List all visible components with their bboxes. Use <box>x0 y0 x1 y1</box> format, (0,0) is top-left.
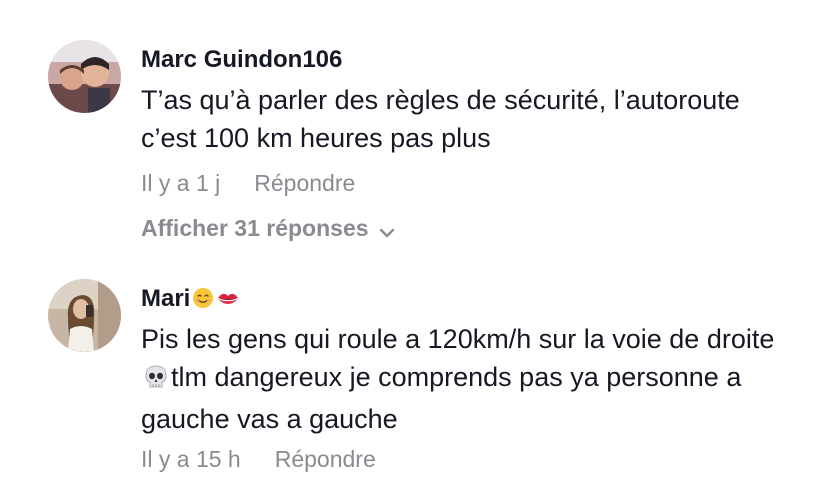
comment-text: T’as qu’à parler des règles de sécurité,… <box>141 85 740 153</box>
comment-text-part2: tlm dangereux je comprends pas ya person… <box>141 362 742 434</box>
reply-button[interactable]: Répondre <box>254 170 355 196</box>
comment-text-part1: Pis les gens qui roule a 120km/h sur la … <box>141 324 775 354</box>
comment-username[interactable]: Marc Guindon106 <box>141 45 342 75</box>
view-replies-label: Afficher 31 réponses <box>141 215 369 241</box>
comment-meta: Il y a 15 h Répondre <box>141 444 376 474</box>
comment-timestamp: Il y a 15 h <box>141 446 241 472</box>
kiss-mark-emoji-icon <box>216 287 240 317</box>
comment-meta: Il y a 1 j Répondre <box>141 168 355 198</box>
smiling-face-emoji-icon <box>192 287 214 317</box>
avatar[interactable] <box>48 279 121 352</box>
skull-emoji-icon <box>144 362 168 400</box>
comment-timestamp: Il y a 1 j <box>141 170 221 196</box>
reply-button[interactable]: Répondre <box>275 446 376 472</box>
chevron-down-icon <box>379 215 395 245</box>
previous-comment-fragment: ‸ <box>290 0 304 4</box>
comment-text: Pis les gens qui roule a 120km/h sur la … <box>141 320 801 438</box>
view-replies-button[interactable]: Afficher 31 réponses <box>141 213 395 245</box>
avatar[interactable] <box>48 40 121 113</box>
comment-username-text: Mari <box>141 285 191 312</box>
comment-username[interactable]: Mari <box>141 284 240 317</box>
